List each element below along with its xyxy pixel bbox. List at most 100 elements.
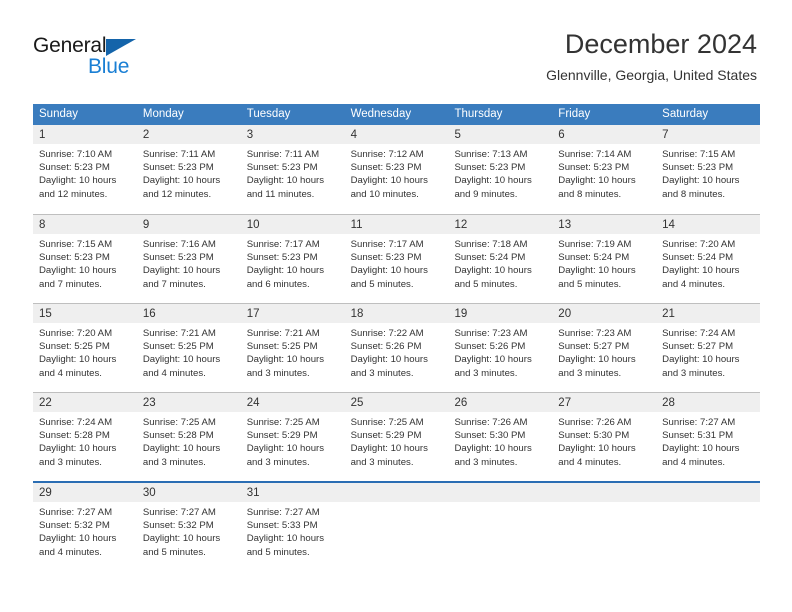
daylight-text-line2: and 3 minutes. bbox=[39, 456, 102, 468]
day-cell[interactable]: 13 Sunrise: 7:19 AM Sunset: 5:24 PM Dayligh… bbox=[552, 215, 657, 303]
sunrise-text: Sunrise: 7:23 AM bbox=[558, 328, 632, 339]
day-cell[interactable]: 1 Sunrise: 7:10 AM Sunset: 5:23 PM Daylight… bbox=[33, 125, 137, 214]
daylight-text-line1: Daylight: 10 hours bbox=[558, 354, 636, 366]
day-number: 17 bbox=[246, 308, 260, 320]
sunrise-text: Sunrise: 7:15 AM bbox=[662, 149, 736, 160]
day-cell[interactable]: 5 Sunrise: 7:13 AM Sunset: 5:23 PM Daylight… bbox=[448, 125, 553, 214]
sunrise-text: Sunrise: 7:21 AM bbox=[142, 328, 216, 339]
day-cell[interactable]: 2 Sunrise: 7:11 AM Sunset: 5:23 PM Daylight… bbox=[136, 125, 241, 214]
day-cell[interactable]: 12 Sunrise: 7:18 AM Sunset: 5:24 PM Dayligh… bbox=[448, 215, 553, 303]
day-cell[interactable]: 24 Sunrise: 7:25 AM Sunset: 5:29 PM Dayligh… bbox=[240, 393, 345, 481]
day-number: 29 bbox=[39, 487, 52, 499]
weekday-header-monday: Monday bbox=[142, 108, 184, 120]
day-number-band: 26 bbox=[448, 393, 553, 412]
day-info: Sunrise: 7:23 AM Sunset: 5:26 PM Daylight:… bbox=[448, 323, 552, 380]
day-number-band: 8 bbox=[33, 215, 137, 234]
day-info: Sunrise: 7:23 AM Sunset: 5:27 PM Daylight:… bbox=[552, 323, 656, 380]
day-number-band: 24 bbox=[240, 393, 345, 412]
day-cell[interactable]: 29 Sunrise: 7:27 AM Sunset: 5:32 PM Dayligh… bbox=[33, 483, 137, 570]
day-cell[interactable]: 20 Sunrise: 7:23 AM Sunset: 5:27 PM Dayligh… bbox=[552, 304, 657, 392]
sunset-text: Sunset: 5:23 PM bbox=[246, 162, 318, 174]
daylight-text-line2: and 3 minutes. bbox=[246, 367, 310, 379]
day-cell[interactable]: 25 Sunrise: 7:25 AM Sunset: 5:29 PM Dayligh… bbox=[344, 393, 449, 481]
day-cell[interactable]: 27 Sunrise: 7:26 AM Sunset: 5:30 PM Dayligh… bbox=[552, 393, 657, 481]
daylight-text-line1: Daylight: 10 hours bbox=[142, 443, 221, 455]
week-row: 22 Sunrise: 7:24 AM Sunset: 5:28 PM Dayligh… bbox=[33, 392, 761, 481]
day-number: 15 bbox=[39, 308, 52, 320]
day-cell[interactable]: 28 Sunrise: 7:27 AM Sunset: 5:31 PM Dayligh… bbox=[656, 393, 761, 481]
sunset-text: Sunset: 5:23 PM bbox=[558, 162, 630, 174]
sunset-text: Sunset: 5:23 PM bbox=[39, 162, 110, 174]
day-number-band: 20 bbox=[552, 304, 657, 323]
day-number-band: 2 bbox=[136, 125, 241, 144]
day-cell[interactable]: 9 Sunrise: 7:16 AM Sunset: 5:23 PM Daylight… bbox=[136, 215, 241, 303]
day-cell[interactable]: 8 Sunrise: 7:15 AM Sunset: 5:23 PM Daylight… bbox=[33, 215, 137, 303]
day-cell[interactable]: 17 Sunrise: 7:21 AM Sunset: 5:25 PM Dayligh… bbox=[240, 304, 345, 392]
day-cell[interactable]: 30 Sunrise: 7:27 AM Sunset: 5:32 PM Dayligh… bbox=[136, 483, 241, 570]
sunrise-text: Sunrise: 7:20 AM bbox=[662, 239, 736, 250]
sunrise-text: Sunrise: 7:12 AM bbox=[350, 149, 424, 160]
day-cell[interactable]: 7 Sunrise: 7:15 AM Sunset: 5:23 PM Daylight… bbox=[656, 125, 761, 214]
daylight-text-line2: and 3 minutes. bbox=[246, 456, 310, 468]
sunset-text: Sunset: 5:23 PM bbox=[350, 162, 422, 174]
week-row: 29 Sunrise: 7:27 AM Sunset: 5:32 PM Dayligh… bbox=[33, 481, 761, 570]
day-number: 4 bbox=[350, 129, 357, 141]
day-cell[interactable]: 14 Sunrise: 7:20 AM Sunset: 5:24 PM Dayligh… bbox=[656, 215, 761, 303]
sunrise-text: Sunrise: 7:21 AM bbox=[246, 328, 320, 339]
day-cell[interactable]: 21 Sunrise: 7:24 AM Sunset: 5:27 PM Dayligh… bbox=[656, 304, 761, 392]
day-cell[interactable]: 4 Sunrise: 7:12 AM Sunset: 5:23 PM Daylight… bbox=[344, 125, 449, 214]
sunrise-text: Sunrise: 7:25 AM bbox=[350, 417, 424, 428]
day-number: 8 bbox=[39, 219, 46, 231]
day-info: Sunrise: 7:27 AM Sunset: 5:32 PM Daylight:… bbox=[137, 502, 241, 559]
general-blue-logo[interactable]: General Blue bbox=[33, 34, 213, 80]
sunrise-text: Sunrise: 7:23 AM bbox=[454, 328, 528, 339]
day-number: 12 bbox=[454, 219, 468, 231]
sunset-text: Sunset: 5:29 PM bbox=[246, 430, 318, 442]
day-info: Sunrise: 7:25 AM Sunset: 5:28 PM Daylight:… bbox=[137, 412, 241, 469]
daylight-text-line1: Daylight: 10 hours bbox=[142, 354, 221, 366]
sunset-text: Sunset: 5:29 PM bbox=[350, 430, 422, 442]
daylight-text-line1: Daylight: 10 hours bbox=[558, 265, 636, 277]
daylight-text-line1: Daylight: 10 hours bbox=[246, 265, 325, 277]
day-number: 6 bbox=[558, 129, 565, 141]
daylight-text-line2: and 3 minutes. bbox=[350, 367, 414, 379]
day-cell[interactable]: 16 Sunrise: 7:21 AM Sunset: 5:25 PM Dayligh… bbox=[136, 304, 241, 392]
day-info: Sunrise: 7:27 AM Sunset: 5:32 PM Daylight:… bbox=[33, 502, 137, 559]
day-cell[interactable]: 18 Sunrise: 7:22 AM Sunset: 5:26 PM Dayligh… bbox=[344, 304, 449, 392]
daylight-text-line2: and 7 minutes. bbox=[39, 278, 102, 290]
day-cell[interactable]: 6 Sunrise: 7:14 AM Sunset: 5:23 PM Daylight… bbox=[552, 125, 657, 214]
day-cell[interactable]: 3 Sunrise: 7:11 AM Sunset: 5:23 PM Daylight… bbox=[240, 125, 345, 214]
day-number-band: 4 bbox=[344, 125, 449, 144]
week-row: 15 Sunrise: 7:20 AM Sunset: 5:25 PM Dayligh… bbox=[33, 303, 761, 392]
sunset-text: Sunset: 5:26 PM bbox=[454, 341, 526, 353]
day-info: Sunrise: 7:20 AM Sunset: 5:25 PM Daylight:… bbox=[33, 323, 137, 380]
day-cell[interactable]: 31 Sunrise: 7:27 AM Sunset: 5:33 PM Dayligh… bbox=[240, 483, 345, 570]
sunset-text: Sunset: 5:23 PM bbox=[142, 252, 214, 264]
day-number-band: 12 bbox=[448, 215, 553, 234]
day-number: 9 bbox=[142, 219, 150, 231]
daylight-text-line1: Daylight: 10 hours bbox=[662, 443, 740, 455]
day-cell[interactable]: 19 Sunrise: 7:23 AM Sunset: 5:26 PM Dayligh… bbox=[448, 304, 553, 392]
sunrise-text: Sunrise: 7:17 AM bbox=[350, 239, 424, 250]
day-number-band: 18 bbox=[344, 304, 449, 323]
sunrise-text: Sunrise: 7:26 AM bbox=[558, 417, 632, 428]
day-number-band: 5 bbox=[448, 125, 553, 144]
day-cell[interactable]: 22 Sunrise: 7:24 AM Sunset: 5:28 PM Dayligh… bbox=[33, 393, 137, 481]
day-cell[interactable]: 23 Sunrise: 7:25 AM Sunset: 5:28 PM Dayligh… bbox=[136, 393, 241, 481]
day-number-band: 21 bbox=[656, 304, 761, 323]
day-number: 20 bbox=[558, 308, 572, 320]
day-number-band: 22 bbox=[33, 393, 137, 412]
sunrise-text: Sunrise: 7:27 AM bbox=[39, 507, 113, 518]
day-cell[interactable]: 26 Sunrise: 7:26 AM Sunset: 5:30 PM Dayligh… bbox=[448, 393, 553, 481]
day-info bbox=[656, 502, 760, 506]
day-cell[interactable]: 10 Sunrise: 7:17 AM Sunset: 5:23 PM Dayligh… bbox=[240, 215, 345, 303]
daylight-text-line2: and 4 minutes. bbox=[662, 456, 726, 468]
daylight-text-line1: Daylight: 10 hours bbox=[558, 443, 636, 455]
daylight-text-line1: Daylight: 10 hours bbox=[142, 533, 221, 545]
sunset-text: Sunset: 5:24 PM bbox=[558, 252, 630, 264]
day-cell[interactable]: 15 Sunrise: 7:20 AM Sunset: 5:25 PM Dayligh… bbox=[33, 304, 137, 392]
day-info bbox=[448, 502, 552, 506]
day-info: Sunrise: 7:11 AM Sunset: 5:23 PM Daylight:… bbox=[137, 144, 241, 201]
day-cell[interactable]: 11 Sunrise: 7:17 AM Sunset: 5:23 PM Dayligh… bbox=[344, 215, 449, 303]
daylight-text-line1: Daylight: 10 hours bbox=[142, 175, 221, 187]
